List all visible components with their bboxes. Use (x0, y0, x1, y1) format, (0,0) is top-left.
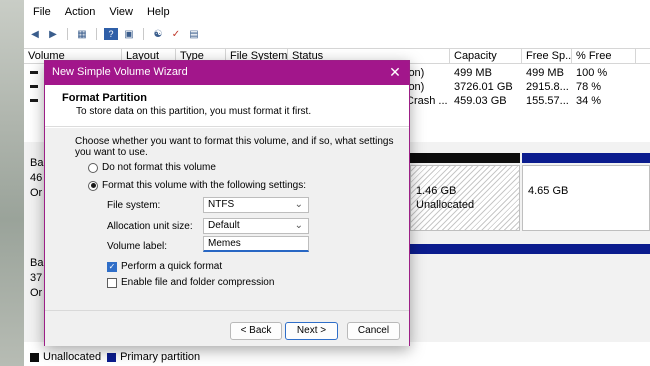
toolbar-separator (96, 28, 97, 40)
menu-action[interactable]: Action (65, 6, 96, 24)
column-free-space[interactable]: Free Sp... (522, 49, 572, 64)
legend: Unallocated Primary partition (24, 350, 200, 364)
panel-icon[interactable]: ▣ (122, 28, 136, 40)
column-percent-free[interactable]: % Free (572, 49, 636, 64)
partition-label: Unallocated (416, 199, 475, 211)
volume-label-input[interactable]: Memes (203, 236, 309, 252)
next-button[interactable]: Next > (285, 322, 338, 340)
wizard-body: Choose whether you want to format this v… (45, 128, 409, 310)
partition-size: 4.65 GB (528, 185, 569, 197)
legend-primary-partition: Primary partition (120, 351, 201, 363)
allocation-unit-value: Default (208, 220, 240, 231)
volume-percent: 100 % (576, 67, 608, 79)
radio-button[interactable] (88, 162, 98, 173)
radio-label: Format this volume with the following se… (102, 180, 306, 191)
desktop-background (0, 0, 24, 366)
page-subtitle: To store data on this partition, you mus… (76, 106, 312, 117)
grid-icon[interactable]: ▦ (75, 28, 89, 40)
wizard-header: Format Partition To store data on this p… (45, 85, 409, 127)
volume-free: 155.57... (526, 95, 569, 107)
menu-file[interactable]: File (33, 6, 51, 24)
forward-arrow-icon[interactable]: ▶ (46, 28, 60, 40)
radio-label: Do not format this volume (102, 162, 216, 173)
volume-status: Crash ... (406, 95, 448, 107)
toolbar-separator (143, 28, 144, 40)
radio-button[interactable] (88, 180, 98, 191)
new-simple-volume-wizard: New Simple Volume Wizard ✕ Format Partit… (44, 60, 410, 346)
radio-format[interactable]: Format this volume with the following se… (88, 180, 306, 191)
back-button[interactable]: < Back (230, 322, 282, 340)
properties-icon[interactable]: ▤ (187, 28, 201, 40)
primary-partition-bar (522, 153, 650, 163)
volume-label-label: Volume label: (107, 241, 168, 252)
back-arrow-icon[interactable]: ◀ (28, 28, 42, 40)
page-title: Format Partition (62, 92, 147, 104)
menu-bar: File Action View Help (24, 6, 170, 24)
file-system-value: NTFS (208, 199, 235, 210)
partition-size: 1.46 GB (416, 185, 457, 197)
wizard-footer: < Back Next > Cancel (45, 310, 409, 346)
checkbox-label: Enable file and folder compression (121, 277, 275, 288)
volume-icon (30, 71, 38, 74)
unallocated-bar (410, 153, 520, 163)
chevron-down-icon: ⌄ (294, 199, 303, 210)
wizard-title-bar[interactable]: New Simple Volume Wizard ✕ (45, 61, 409, 85)
help-icon[interactable]: ? (104, 28, 118, 40)
quick-format-checkbox[interactable]: ✓ Perform a quick format (107, 261, 222, 272)
volume-percent: 78 % (576, 81, 602, 93)
key-icon[interactable]: ☯ (151, 28, 165, 40)
file-system-label: File system: (107, 200, 161, 211)
legend-swatch (30, 352, 39, 362)
volume-capacity: 459.03 GB (454, 95, 507, 107)
volume-icon (30, 85, 38, 88)
checkbox-label: Perform a quick format (121, 261, 223, 272)
volume-icon (30, 99, 38, 102)
allocation-unit-label: Allocation unit size: (107, 221, 193, 232)
check-icon[interactable]: ✓ (169, 28, 183, 40)
wizard-title: New Simple Volume Wizard (52, 66, 188, 78)
volume-percent: 34 % (576, 95, 602, 107)
close-icon[interactable]: ✕ (387, 64, 403, 80)
menu-view[interactable]: View (109, 6, 133, 24)
legend-unallocated: Unallocated (43, 351, 102, 363)
unallocated-partition[interactable]: 1.46 GB Unallocated (410, 165, 520, 231)
column-capacity[interactable]: Capacity (450, 49, 522, 64)
volume-capacity: 3726.01 GB (454, 81, 513, 93)
intro-text: Choose whether you want to format this v… (75, 136, 394, 158)
volume-capacity: 499 MB (454, 67, 492, 79)
legend-swatch (107, 352, 117, 362)
radio-do-not-format[interactable]: Do not format this volume (88, 162, 216, 173)
checkbox[interactable] (107, 277, 117, 288)
file-system-select[interactable]: NTFS ⌄ (203, 197, 309, 213)
volume-free: 499 MB (526, 67, 564, 79)
toolbar-separator (67, 28, 68, 40)
primary-partition[interactable]: 4.65 GB (522, 165, 650, 231)
menu-help[interactable]: Help (147, 6, 170, 24)
volume-free: 2915.8... (526, 81, 569, 93)
chevron-down-icon: ⌄ (294, 220, 303, 231)
compression-checkbox[interactable]: Enable file and folder compression (107, 277, 274, 288)
checkbox[interactable]: ✓ (107, 261, 117, 272)
allocation-unit-select[interactable]: Default ⌄ (203, 218, 309, 234)
toolbar: ◀ ▶ ▦ ? ▣ ☯ ✓ ▤ (24, 26, 201, 42)
primary-partition-bar (410, 244, 650, 254)
cancel-button[interactable]: Cancel (347, 322, 400, 340)
